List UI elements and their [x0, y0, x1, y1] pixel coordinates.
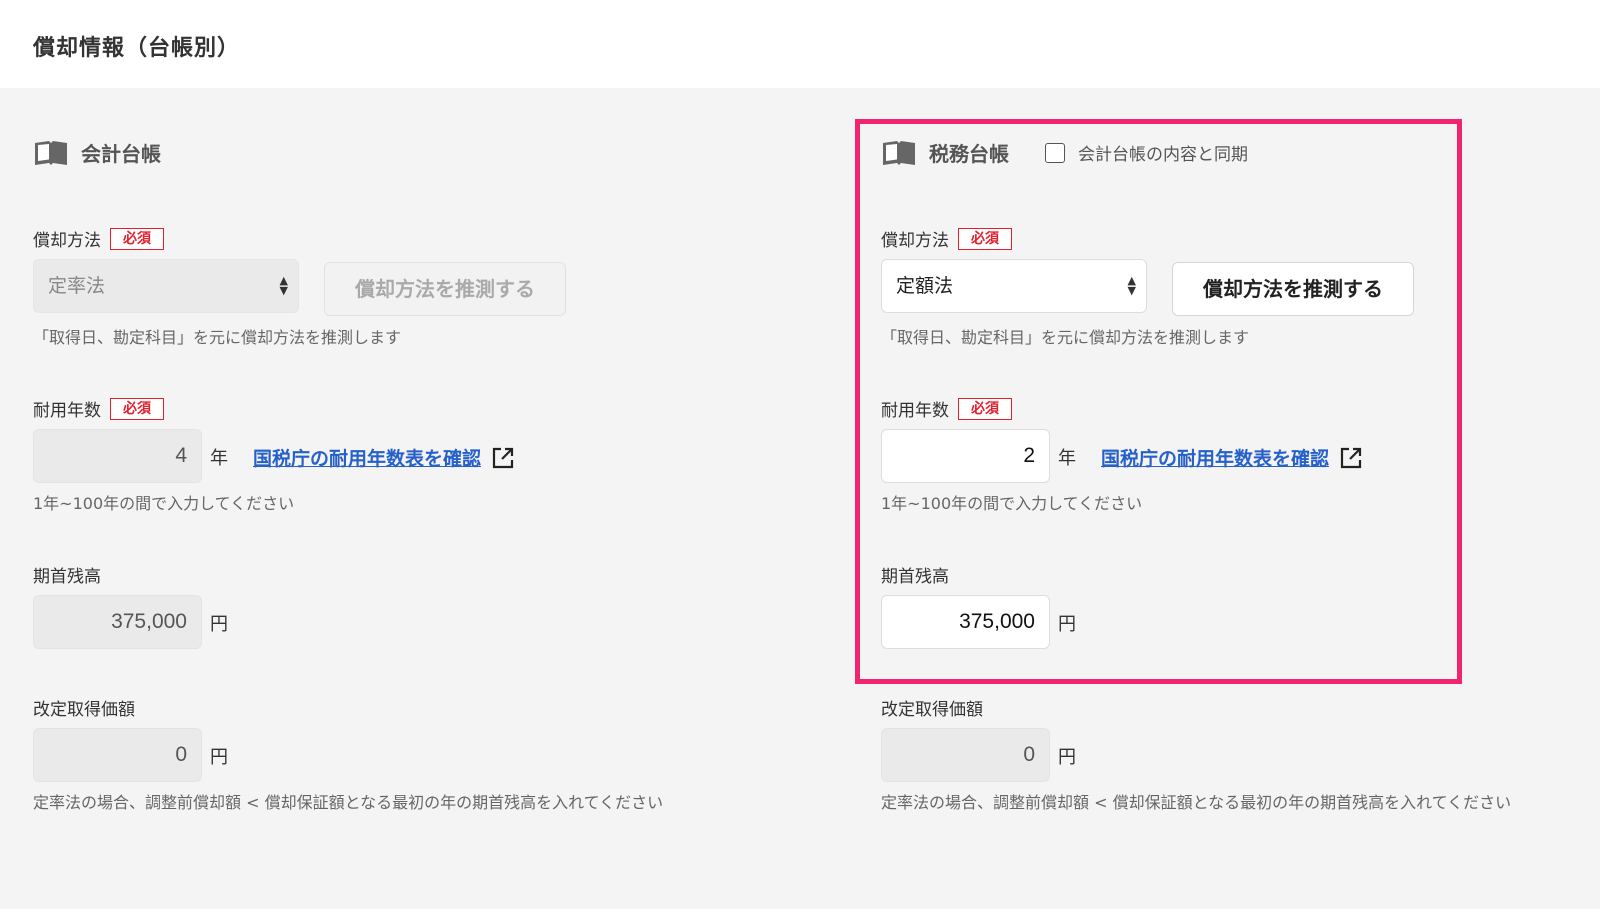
method-hint: 「取得日、勘定科目」を元に償却方法を推測します: [33, 328, 402, 347]
year-unit: 年: [210, 448, 228, 469]
page-title: 償却情報（台帳別）: [33, 36, 241, 61]
accounting-ledger-title: 会計台帳: [33, 138, 161, 167]
estimate-method-button[interactable]: 償却方法を推測する: [324, 262, 566, 316]
useful-life-input[interactable]: 4: [33, 429, 202, 483]
book-icon: [35, 140, 67, 165]
revised-cost-input[interactable]: 0: [881, 728, 1050, 782]
revised-cost-label: 改定取得価額: [881, 700, 983, 720]
revised-cost-hint: 定率法の場合、調整前償却額 < 償却保証額となる最初の年の期首残高を入れてくださ…: [33, 793, 664, 812]
opening-balance-label: 期首残高: [33, 567, 101, 587]
required-badge: 必須: [110, 227, 164, 250]
yen-unit: 円: [1058, 747, 1076, 768]
tax-ledger-highlight-frame: [855, 119, 1462, 684]
page-header: 償却情報（台帳別）: [0, 0, 1600, 88]
yen-unit: 円: [210, 747, 228, 768]
life-label: 耐用年数 必須: [33, 396, 164, 421]
revised-cost-hint: 定率法の場合、調整前償却額 < 償却保証額となる最初の年の期首残高を入れてくださ…: [881, 793, 1512, 812]
revised-cost-label: 改定取得価額: [33, 700, 135, 720]
method-label: 償却方法 必須: [33, 226, 164, 251]
external-link-icon: [492, 447, 514, 468]
method-select[interactable]: 定率法 ▲ ▼: [33, 259, 299, 313]
revised-cost-input[interactable]: 0: [33, 728, 202, 782]
opening-balance-input[interactable]: 375,000: [33, 595, 202, 649]
life-hint: 1年~100年の間で入力してください: [33, 494, 295, 513]
yen-unit: 円: [210, 614, 228, 635]
select-arrows-icon: ▲ ▼: [279, 274, 288, 297]
useful-life-table-link[interactable]: 国税庁の耐用年数表を確認: [253, 444, 515, 471]
required-badge: 必須: [110, 397, 164, 420]
